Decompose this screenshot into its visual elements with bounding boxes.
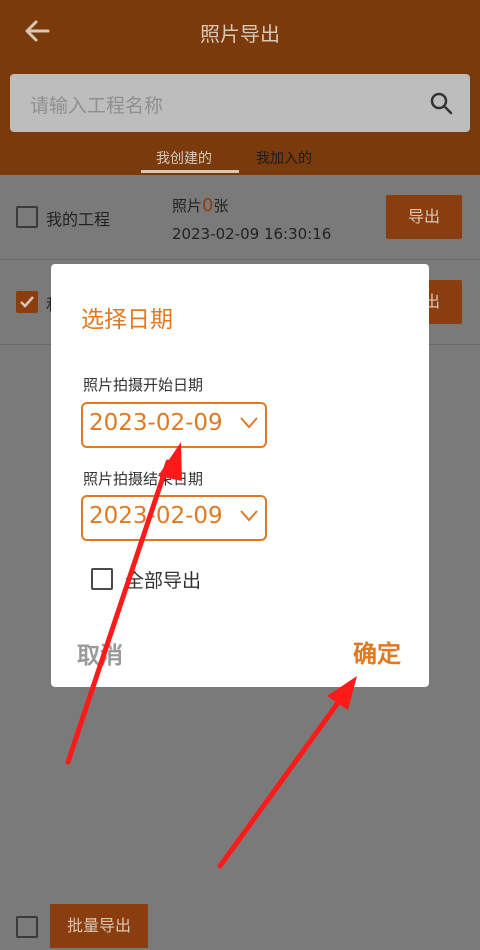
export-button[interactable]: 导出 — [386, 195, 462, 239]
export-all-label: 全部导出 — [125, 570, 202, 592]
photo-count-suffix: 张 — [213, 197, 229, 215]
start-date-value: 2023-02-09 — [89, 410, 223, 436]
end-date-label: 照片拍摄结束日期 — [83, 470, 204, 488]
tab-joined[interactable]: 我加入的 — [256, 148, 312, 168]
end-date-value: 2023-02-09 — [89, 503, 223, 529]
photo-count-number: 0 — [202, 195, 214, 216]
chevron-down-icon — [240, 417, 258, 429]
date-picker-dialog: 选择日期 照片拍摄开始日期 2023-02-09 照片拍摄结束日期 2023-0… — [51, 264, 429, 687]
project-tabs: 我创建的 我加入的 — [0, 148, 480, 175]
annotation-arrow-confirm — [217, 676, 357, 869]
page-title: 照片导出 — [200, 22, 280, 46]
export-all-checkbox[interactable] — [91, 568, 113, 590]
photo-count-prefix: 照片 — [172, 197, 203, 215]
app-header: 照片导出 请输入工程名称 我创建的 我加入的 — [0, 0, 480, 175]
tab-created[interactable]: 我创建的 — [156, 148, 212, 168]
photo-count: 照片0张 — [172, 195, 228, 216]
cancel-button[interactable]: 取消 — [77, 636, 123, 670]
project-time: 2023-02-09 16:30:16 — [172, 225, 332, 243]
select-all-checkbox[interactable] — [16, 916, 38, 938]
row-checkbox[interactable] — [16, 206, 38, 228]
search-input[interactable]: 请输入工程名称 — [10, 74, 470, 132]
end-date-select[interactable]: 2023-02-09 — [81, 495, 267, 541]
search-icon[interactable] — [428, 90, 454, 116]
search-placeholder: 请输入工程名称 — [30, 95, 164, 117]
check-icon — [20, 296, 34, 308]
start-date-select[interactable]: 2023-02-09 — [81, 402, 267, 448]
batch-export-button[interactable]: 批量导出 — [50, 904, 148, 948]
chevron-down-icon — [240, 510, 258, 522]
row-checkbox[interactable] — [16, 291, 38, 313]
start-date-label: 照片拍摄开始日期 — [83, 376, 204, 394]
dialog-title: 选择日期 — [81, 307, 173, 333]
project-name: 我的工程 — [46, 210, 111, 229]
confirm-button[interactable]: 确定 — [353, 634, 401, 669]
list-item[interactable]: 我的工程 照片0张 2023-02-09 16:30:16 导出 — [0, 175, 480, 260]
bottom-bar: 批量导出 — [0, 890, 480, 950]
active-tab-indicator — [141, 170, 239, 173]
